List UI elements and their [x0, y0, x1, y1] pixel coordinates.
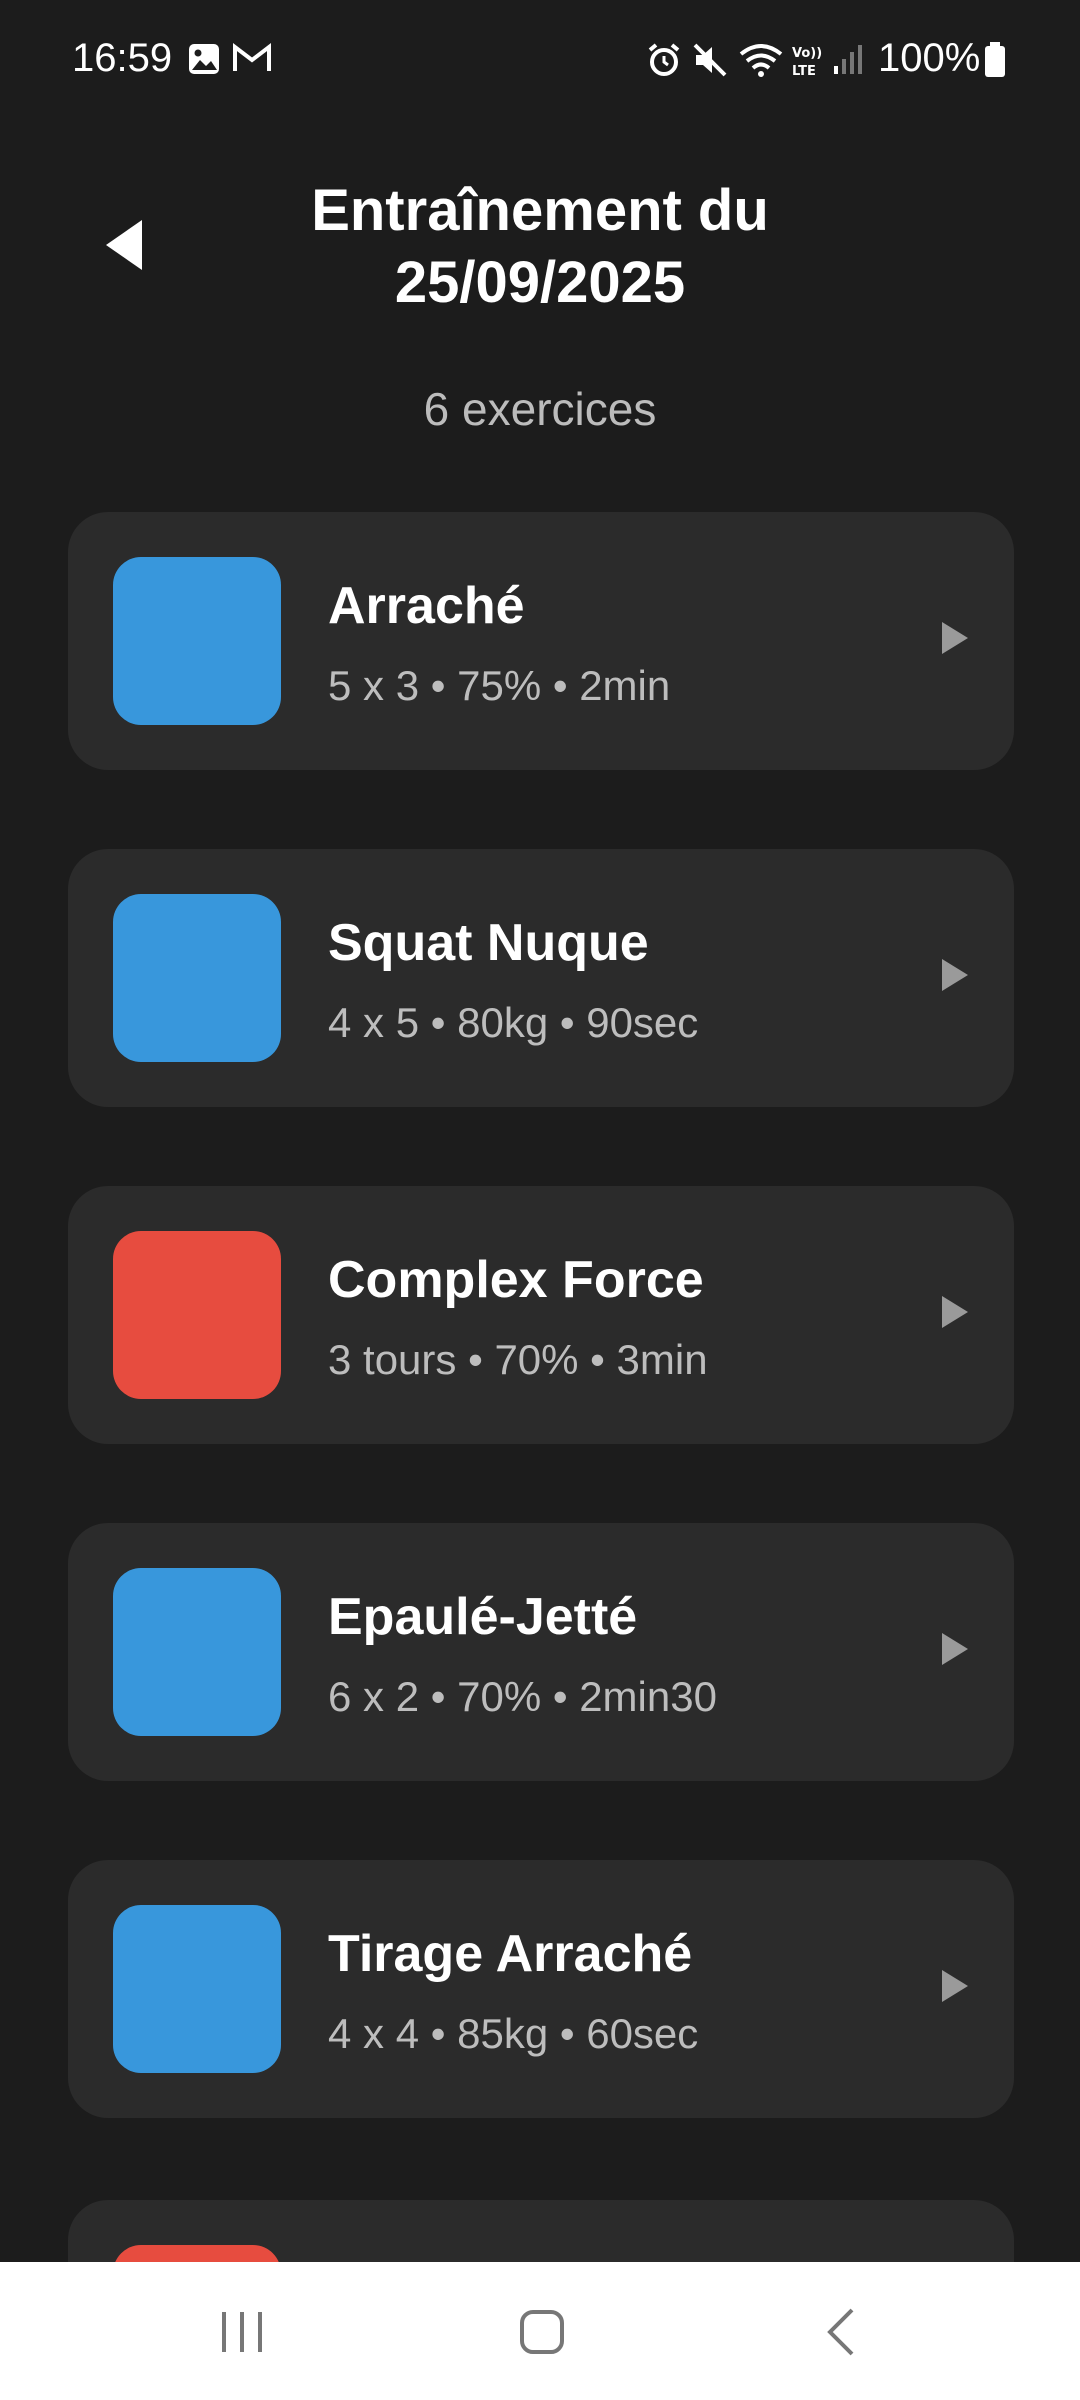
exercise-color-swatch [113, 1231, 281, 1399]
exercise-color-swatch [113, 1568, 281, 1736]
exercise-name: Epaulé-Jetté [328, 1588, 638, 1646]
status-time: 16:59 [72, 36, 173, 80]
play-icon[interactable] [938, 955, 972, 995]
play-icon[interactable] [938, 1629, 972, 1669]
exercise-detail: 4 x 4 • 85kg • 60sec [328, 2010, 699, 2057]
status-bar: 16:59 Vo)) LTE 100% [0, 0, 1080, 120]
page-title: Entraînement du 25/09/2025 [311, 178, 769, 315]
nav-back-icon[interactable] [812, 2306, 872, 2358]
exercise-color-swatch [113, 894, 281, 1062]
play-icon[interactable] [938, 618, 972, 658]
volte-icon: Vo)) LTE [792, 46, 822, 78]
back-arrow-icon[interactable] [100, 215, 150, 275]
exercise-detail: 6 x 2 • 70% • 2min30 [328, 1673, 717, 1720]
exercise-name: Squat Nuque [328, 914, 649, 972]
exercise-name: Complex Force [328, 1251, 704, 1309]
home-icon[interactable] [512, 2306, 572, 2358]
system-nav-bar [0, 2262, 1080, 2400]
mute-icon [693, 43, 727, 77]
battery-icon [985, 42, 1005, 77]
gmail-notification-icon [233, 42, 271, 71]
svg-text:Vo)): Vo)) [792, 46, 822, 61]
play-icon[interactable] [938, 1966, 972, 2006]
exercise-card[interactable]: Epaulé-Jetté 6 x 2 • 70% • 2min30 [68, 1523, 1014, 1781]
exercise-detail: 4 x 5 • 80kg • 90sec [328, 999, 699, 1046]
exercise-detail: 3 tours • 70% • 3min [328, 1336, 708, 1383]
battery-percent: 100% [878, 36, 981, 80]
exercise-card[interactable]: Squat Nuque 4 x 5 • 80kg • 90sec [68, 849, 1014, 1107]
signal-icon [834, 45, 862, 74]
exercise-card[interactable]: Tirage Arraché 4 x 4 • 85kg • 60sec [68, 1860, 1014, 2118]
svg-text:LTE: LTE [792, 64, 816, 78]
exercise-name: Arraché [328, 577, 525, 635]
wifi-icon [739, 44, 783, 77]
exercise-card[interactable]: Arraché 5 x 3 • 75% • 2min [68, 512, 1014, 770]
exercise-color-swatch [113, 557, 281, 725]
exercise-count: 6 exercices [423, 383, 657, 435]
alarm-icon [648, 43, 680, 76]
exercise-name: Tirage Arraché [328, 1925, 693, 1983]
play-icon[interactable] [938, 1292, 972, 1332]
exercise-list: Arraché 5 x 3 • 75% • 2min Squat Nuque 4… [68, 512, 1014, 2197]
gallery-notification-icon [189, 44, 219, 74]
exercise-card[interactable]: Complex Force 3 tours • 70% • 3min [68, 1186, 1014, 1444]
recents-icon[interactable] [212, 2306, 272, 2358]
exercise-detail: 5 x 3 • 75% • 2min [328, 662, 671, 709]
exercise-color-swatch [113, 1905, 281, 2073]
